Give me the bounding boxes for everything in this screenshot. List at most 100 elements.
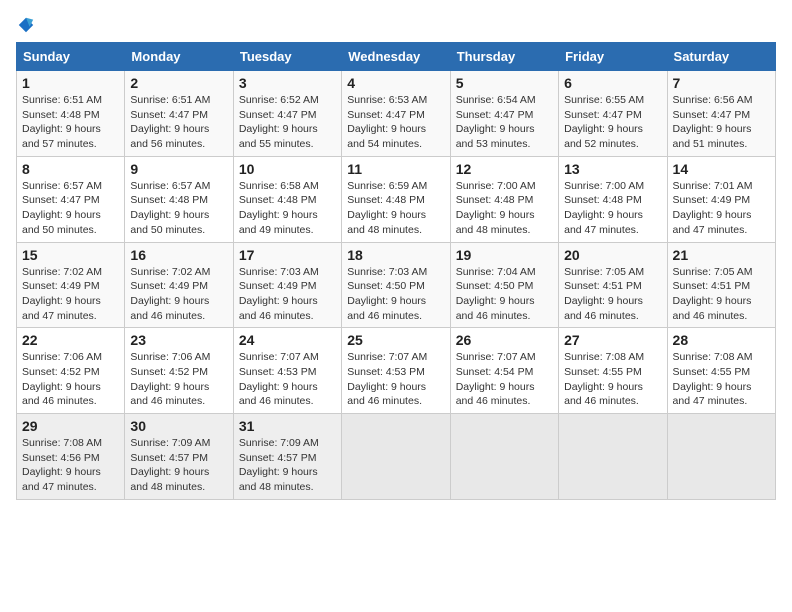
calendar-cell: 11 Sunrise: 6:59 AMSunset: 4:48 PMDayligh… (342, 156, 450, 242)
header-cell: Monday (125, 43, 233, 71)
day-info: Sunrise: 7:06 AMSunset: 4:52 PMDaylight:… (22, 350, 119, 409)
calendar-cell (342, 414, 450, 500)
calendar-cell: 9 Sunrise: 6:57 AMSunset: 4:48 PMDaylight… (125, 156, 233, 242)
calendar-cell: 18 Sunrise: 7:03 AMSunset: 4:50 PMDayligh… (342, 242, 450, 328)
calendar-cell: 13 Sunrise: 7:00 AMSunset: 4:48 PMDayligh… (559, 156, 667, 242)
day-info: Sunrise: 6:56 AMSunset: 4:47 PMDaylight:… (673, 93, 770, 152)
day-info: Sunrise: 7:00 AMSunset: 4:48 PMDaylight:… (564, 179, 661, 238)
day-info: Sunrise: 7:08 AMSunset: 4:56 PMDaylight:… (22, 436, 119, 495)
page-header (16, 16, 776, 34)
day-number: 10 (239, 161, 336, 177)
header-cell: Sunday (17, 43, 125, 71)
calendar-week-row: 1Sunrise: 6:51 AMSunset: 4:48 PMDaylight… (17, 71, 776, 157)
calendar-cell: 1Sunrise: 6:51 AMSunset: 4:48 PMDaylight… (17, 71, 125, 157)
calendar-cell: 25 Sunrise: 7:07 AMSunset: 4:53 PMDayligh… (342, 328, 450, 414)
calendar-cell: 30 Sunrise: 7:09 AMSunset: 4:57 PMDayligh… (125, 414, 233, 500)
day-number: 13 (564, 161, 661, 177)
day-number: 26 (456, 332, 553, 348)
day-number: 18 (347, 247, 444, 263)
day-info: Sunrise: 6:52 AMSunset: 4:47 PMDaylight:… (239, 93, 336, 152)
day-number: 12 (456, 161, 553, 177)
day-number: 22 (22, 332, 119, 348)
calendar-cell: 29 Sunrise: 7:08 AMSunset: 4:56 PMDayligh… (17, 414, 125, 500)
calendar-cell: 28 Sunrise: 7:08 AMSunset: 4:55 PMDayligh… (667, 328, 775, 414)
day-number: 1 (22, 75, 119, 91)
day-number: 6 (564, 75, 661, 91)
day-number: 7 (673, 75, 770, 91)
day-info: Sunrise: 7:02 AMSunset: 4:49 PMDaylight:… (22, 265, 119, 324)
day-number: 3 (239, 75, 336, 91)
header-cell: Wednesday (342, 43, 450, 71)
day-number: 2 (130, 75, 227, 91)
calendar-cell: 31 Sunrise: 7:09 AMSunset: 4:57 PMDayligh… (233, 414, 341, 500)
calendar-week-row: 29 Sunrise: 7:08 AMSunset: 4:56 PMDayligh… (17, 414, 776, 500)
day-number: 16 (130, 247, 227, 263)
day-info: Sunrise: 7:09 AMSunset: 4:57 PMDaylight:… (239, 436, 336, 495)
calendar-cell: 14Sunrise: 7:01 AMSunset: 4:49 PMDayligh… (667, 156, 775, 242)
day-info: Sunrise: 7:07 AMSunset: 4:53 PMDaylight:… (239, 350, 336, 409)
calendar-cell: 15 Sunrise: 7:02 AMSunset: 4:49 PMDayligh… (17, 242, 125, 328)
day-number: 29 (22, 418, 119, 434)
day-number: 19 (456, 247, 553, 263)
day-number: 23 (130, 332, 227, 348)
day-info: Sunrise: 7:03 AMSunset: 4:49 PMDaylight:… (239, 265, 336, 324)
day-number: 8 (22, 161, 119, 177)
calendar-cell (450, 414, 558, 500)
calendar-cell: 17 Sunrise: 7:03 AMSunset: 4:49 PMDayligh… (233, 242, 341, 328)
day-number: 24 (239, 332, 336, 348)
day-info: Sunrise: 6:58 AMSunset: 4:48 PMDaylight:… (239, 179, 336, 238)
day-number: 11 (347, 161, 444, 177)
day-info: Sunrise: 7:05 AMSunset: 4:51 PMDaylight:… (564, 265, 661, 324)
calendar-cell: 23 Sunrise: 7:06 AMSunset: 4:52 PMDayligh… (125, 328, 233, 414)
day-info: Sunrise: 6:57 AMSunset: 4:48 PMDaylight:… (130, 179, 227, 238)
day-info: Sunrise: 7:05 AMSunset: 4:51 PMDaylight:… (673, 265, 770, 324)
header-cell: Tuesday (233, 43, 341, 71)
day-info: Sunrise: 6:54 AMSunset: 4:47 PMDaylight:… (456, 93, 553, 152)
day-info: Sunrise: 7:08 AMSunset: 4:55 PMDaylight:… (564, 350, 661, 409)
logo (16, 16, 36, 34)
day-number: 21 (673, 247, 770, 263)
header-row: SundayMondayTuesdayWednesdayThursdayFrid… (17, 43, 776, 71)
header-cell: Friday (559, 43, 667, 71)
calendar-cell: 16 Sunrise: 7:02 AMSunset: 4:49 PMDayligh… (125, 242, 233, 328)
header-cell: Saturday (667, 43, 775, 71)
day-info: Sunrise: 7:06 AMSunset: 4:52 PMDaylight:… (130, 350, 227, 409)
calendar-cell: 10 Sunrise: 6:58 AMSunset: 4:48 PMDayligh… (233, 156, 341, 242)
day-number: 31 (239, 418, 336, 434)
day-info: Sunrise: 6:53 AMSunset: 4:47 PMDaylight:… (347, 93, 444, 152)
calendar-cell: 4Sunrise: 6:53 AMSunset: 4:47 PMDaylight… (342, 71, 450, 157)
day-number: 17 (239, 247, 336, 263)
calendar-cell: 2 Sunrise: 6:51 AMSunset: 4:47 PMDaylight… (125, 71, 233, 157)
calendar-cell: 3 Sunrise: 6:52 AMSunset: 4:47 PMDaylight… (233, 71, 341, 157)
day-info: Sunrise: 6:57 AMSunset: 4:47 PMDaylight:… (22, 179, 119, 238)
header-cell: Thursday (450, 43, 558, 71)
day-number: 9 (130, 161, 227, 177)
day-number: 27 (564, 332, 661, 348)
day-info: Sunrise: 7:02 AMSunset: 4:49 PMDaylight:… (130, 265, 227, 324)
day-number: 15 (22, 247, 119, 263)
day-number: 25 (347, 332, 444, 348)
day-info: Sunrise: 7:07 AMSunset: 4:53 PMDaylight:… (347, 350, 444, 409)
calendar-cell: 20Sunrise: 7:05 AMSunset: 4:51 PMDayligh… (559, 242, 667, 328)
day-info: Sunrise: 7:03 AMSunset: 4:50 PMDaylight:… (347, 265, 444, 324)
logo-icon (17, 16, 35, 34)
calendar-cell (559, 414, 667, 500)
calendar-week-row: 8 Sunrise: 6:57 AMSunset: 4:47 PMDaylight… (17, 156, 776, 242)
calendar-week-row: 15 Sunrise: 7:02 AMSunset: 4:49 PMDayligh… (17, 242, 776, 328)
calendar-cell: 5Sunrise: 6:54 AMSunset: 4:47 PMDaylight… (450, 71, 558, 157)
calendar-cell: 21 Sunrise: 7:05 AMSunset: 4:51 PMDayligh… (667, 242, 775, 328)
day-info: Sunrise: 6:59 AMSunset: 4:48 PMDaylight:… (347, 179, 444, 238)
calendar-cell: 19Sunrise: 7:04 AMSunset: 4:50 PMDayligh… (450, 242, 558, 328)
day-number: 30 (130, 418, 227, 434)
day-info: Sunrise: 6:51 AMSunset: 4:47 PMDaylight:… (130, 93, 227, 152)
day-info: Sunrise: 7:07 AMSunset: 4:54 PMDaylight:… (456, 350, 553, 409)
day-info: Sunrise: 7:08 AMSunset: 4:55 PMDaylight:… (673, 350, 770, 409)
day-number: 28 (673, 332, 770, 348)
calendar-cell: 22 Sunrise: 7:06 AMSunset: 4:52 PMDayligh… (17, 328, 125, 414)
day-info: Sunrise: 7:09 AMSunset: 4:57 PMDaylight:… (130, 436, 227, 495)
calendar-cell: 24 Sunrise: 7:07 AMSunset: 4:53 PMDayligh… (233, 328, 341, 414)
calendar-cell: 8 Sunrise: 6:57 AMSunset: 4:47 PMDaylight… (17, 156, 125, 242)
calendar-cell: 7 Sunrise: 6:56 AMSunset: 4:47 PMDaylight… (667, 71, 775, 157)
calendar-cell: 6Sunrise: 6:55 AMSunset: 4:47 PMDaylight… (559, 71, 667, 157)
calendar-table: SundayMondayTuesdayWednesdayThursdayFrid… (16, 42, 776, 500)
